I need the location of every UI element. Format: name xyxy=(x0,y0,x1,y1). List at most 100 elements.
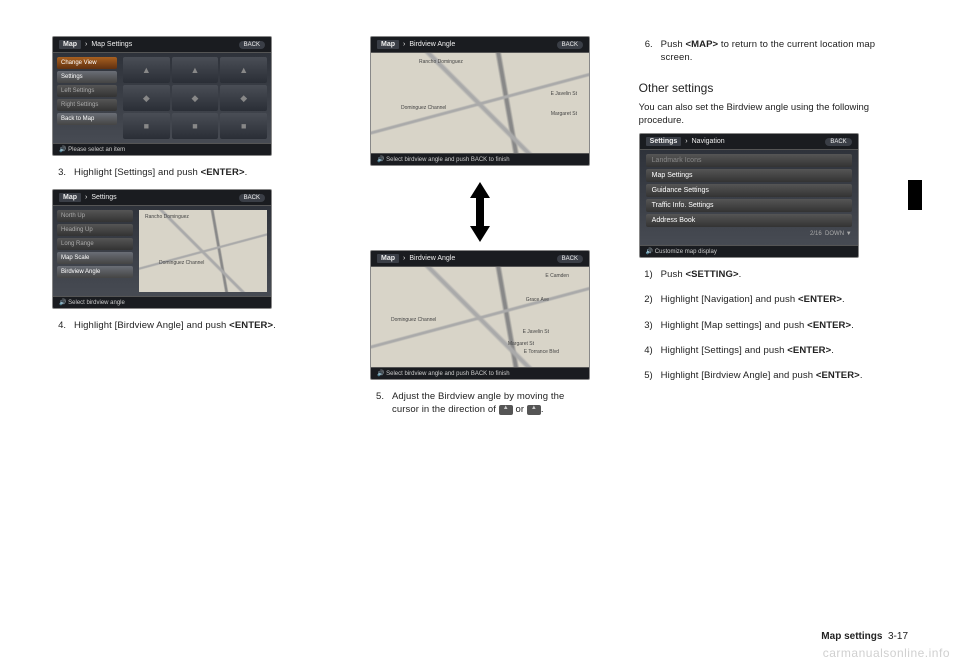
screenshot-body: Change View Settings Left Settings Right… xyxy=(53,53,271,143)
arrow-icon: ◆ xyxy=(240,93,247,104)
screenshot-settings: Map › Settings BACK North Up Heading Up … xyxy=(52,189,272,309)
map-label: Margaret St xyxy=(508,341,534,347)
map-label: E Camden xyxy=(545,273,569,279)
screenshot-birdview-high: Map › Birdview Angle BACK Rancho Domingu… xyxy=(370,36,590,166)
footer-text: Select birdview angle xyxy=(68,300,125,306)
footer-text: Please select an item xyxy=(68,147,125,153)
step-text: Push <SETTING>. xyxy=(661,268,908,281)
step-text: Highlight [Birdview Angle] and push <ENT… xyxy=(74,319,321,332)
nav-item: Guidance Settings xyxy=(646,184,852,197)
step-6: 6. Push <MAP> to return to the current l… xyxy=(639,38,908,65)
list-counter: 2/16 DOWN ▼ xyxy=(810,231,852,237)
header-icon-settings: Settings xyxy=(646,137,682,146)
view-option: ■ xyxy=(220,113,267,139)
view-option: ◆ xyxy=(220,85,267,111)
page-content: Map › Map Settings BACK Change View Sett… xyxy=(0,0,960,455)
map-label: Rancho Dominguez xyxy=(145,214,189,220)
screenshot-navigation: Settings › Navigation BACK Landmark Icon… xyxy=(639,133,859,258)
settings-menu: Change View Settings Left Settings Right… xyxy=(57,57,117,139)
screenshot-footer: 🔊 Select birdview angle and push BACK to… xyxy=(371,367,589,379)
back-button: BACK xyxy=(239,194,265,202)
view-option: ◆ xyxy=(123,85,170,111)
view-option: ■ xyxy=(123,113,170,139)
breadcrumb-sep: › xyxy=(85,41,87,48)
menu-item: Left Settings xyxy=(57,85,117,97)
double-arrow-icon xyxy=(468,182,492,242)
dpad-down-icon xyxy=(527,405,541,415)
step-number: 2) xyxy=(639,293,653,306)
step-text: Adjust the Birdview angle by moving the … xyxy=(392,390,590,417)
footer-section: Map settings xyxy=(821,631,882,642)
menu-item: Right Settings xyxy=(57,99,117,111)
nav-item: Address Book xyxy=(646,214,852,227)
step-number: 4) xyxy=(639,344,653,357)
breadcrumb: Birdview Angle xyxy=(409,255,455,262)
map-preview: E Camden Dominguez Channel E Javelin St … xyxy=(371,267,589,367)
arrow-icon: ■ xyxy=(241,121,246,131)
watermark: carmanualsonline.info xyxy=(823,646,950,660)
back-button: BACK xyxy=(239,41,265,49)
screenshot-footer: 🔊 Select birdview angle xyxy=(53,296,271,308)
breadcrumb: Birdview Angle xyxy=(409,41,455,48)
map-roads xyxy=(371,53,589,153)
menu-item: Back to Map xyxy=(57,113,117,125)
arrow-icon: ▲ xyxy=(191,65,200,75)
arrow-icon: ■ xyxy=(144,121,149,131)
back-button: BACK xyxy=(557,41,583,49)
step-3: 3. Highlight [Settings] and push <ENTER>… xyxy=(52,166,321,179)
view-option: ▲ xyxy=(172,57,219,83)
section-other-settings: Other settings xyxy=(639,81,908,95)
menu-item: Heading Up xyxy=(57,224,133,236)
step-5: 5. Adjust the Birdview angle by moving t… xyxy=(370,390,590,417)
step-number: 1) xyxy=(639,268,653,281)
nav-menu: Landmark Icons Map Settings Guidance Set… xyxy=(640,150,858,245)
step-4: 4. Highlight [Birdview Angle] and push <… xyxy=(52,319,321,332)
footer-text: Customize map display xyxy=(655,249,717,255)
view-grid: ▲ ▲ ▲ ◆ ◆ ◆ ■ ■ ■ xyxy=(123,57,267,139)
map-preview: Rancho Dominguez Dominguez Channel E Jav… xyxy=(371,53,589,153)
step-number: 5) xyxy=(639,369,653,382)
arrow-icon: ■ xyxy=(192,121,197,131)
nav-item: Traffic Info. Settings xyxy=(646,199,852,212)
screenshot-header: Map › Settings BACK xyxy=(53,190,271,206)
step-number: 4. xyxy=(52,319,66,332)
header-icon-map: Map xyxy=(377,40,399,49)
header-icon-map: Map xyxy=(59,193,81,202)
footer-text: Select birdview angle and push BACK to f… xyxy=(386,157,509,163)
step-text: Push <MAP> to return to the current loca… xyxy=(661,38,908,65)
screenshot-footer: 🔊 Select birdview angle and push BACK to… xyxy=(371,153,589,165)
step-number: 3) xyxy=(639,319,653,332)
screenshot-footer: 🔊 Customize map display xyxy=(640,245,858,257)
map-label: Grace Ave xyxy=(526,297,549,303)
breadcrumb: Navigation xyxy=(692,138,725,145)
menu-item: Settings xyxy=(57,71,117,83)
column-3: 6. Push <MAP> to return to the current l… xyxy=(639,36,908,427)
arrow-icon: ▲ xyxy=(239,65,248,75)
breadcrumb-sep: › xyxy=(403,255,405,262)
step-text: Highlight [Birdview Angle] and push <ENT… xyxy=(661,369,908,382)
column-2: Map › Birdview Angle BACK Rancho Domingu… xyxy=(345,36,614,427)
nav-item: Map Settings xyxy=(646,169,852,182)
screenshot-header: Settings › Navigation BACK xyxy=(640,134,858,150)
map-label: Dominguez Channel xyxy=(391,317,436,323)
arrow-icon: ◆ xyxy=(143,93,150,104)
step-text: Highlight [Settings] and push <ENTER>. xyxy=(74,166,321,179)
view-option: ▲ xyxy=(123,57,170,83)
proc-step-1: 1) Push <SETTING>. xyxy=(639,268,908,281)
map-label: E Javelin St xyxy=(551,91,577,97)
screenshot-header: Map › Birdview Angle BACK xyxy=(371,251,589,267)
footer-text: Select birdview angle and push BACK to f… xyxy=(386,371,509,377)
page-edge-tab xyxy=(908,180,922,210)
map-preview: Rancho Dominguez Dominguez Channel xyxy=(139,210,267,292)
header-icon-map: Map xyxy=(377,254,399,263)
column-1: Map › Map Settings BACK Change View Sett… xyxy=(52,36,321,427)
other-intro-text: You can also set the Birdview angle usin… xyxy=(639,101,908,128)
footer-page: 3-17 xyxy=(888,631,908,642)
back-button: BACK xyxy=(825,138,851,146)
step-number: 3. xyxy=(52,166,66,179)
step-number: 6. xyxy=(639,38,653,65)
map-label: E Javelin St xyxy=(523,329,549,335)
map-label: Margaret St xyxy=(551,111,577,117)
step-number: 5. xyxy=(370,390,384,417)
menu-item: North Up xyxy=(57,210,133,222)
